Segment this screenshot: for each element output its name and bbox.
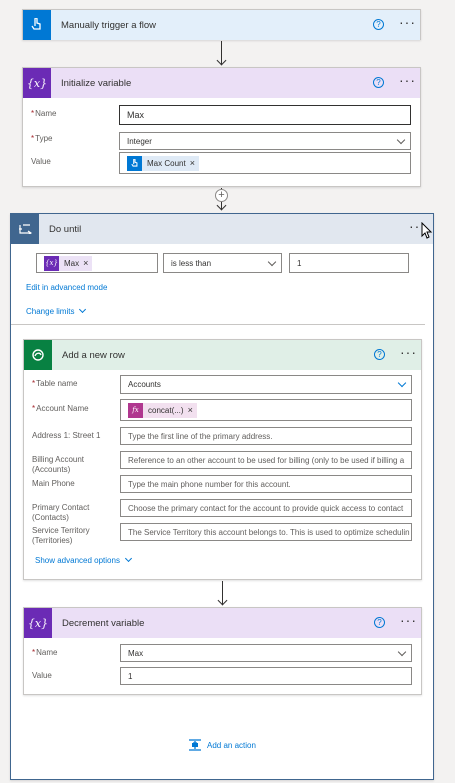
more-options-icon[interactable]: ··· [399, 15, 416, 29]
value-input[interactable]: 1 [120, 667, 412, 685]
do-until-title: Do until [49, 223, 82, 235]
trigger-card[interactable]: Manually trigger a flow ? ··· [22, 9, 421, 40]
more-options-icon[interactable]: ··· [399, 73, 416, 87]
service-territory-label: Service Territory (Territories) [32, 526, 90, 545]
type-label: *Type [31, 134, 53, 143]
initialize-variable-card[interactable]: {x} Initialize variable ? ··· *Name Max … [22, 67, 421, 187]
account-name-label: *Account Name [32, 404, 89, 413]
help-icon[interactable]: ? [373, 77, 384, 88]
decrement-variable-card[interactable]: {x} Decrement variable ? ··· *Name Max V… [23, 607, 422, 695]
chevron-down-icon [79, 305, 87, 314]
remove-token-icon[interactable]: × [188, 405, 193, 415]
type-select[interactable]: Integer [119, 132, 411, 150]
more-options-icon[interactable]: ··· [400, 613, 417, 627]
concat-expression-token[interactable]: fx concat(...) × [128, 402, 197, 418]
value-label: Value [31, 157, 51, 166]
add-action-button[interactable]: Add an action [188, 739, 256, 751]
primary-contact-label: Primary Contact (Contacts) [32, 503, 90, 522]
divider [11, 324, 425, 325]
chevron-down-icon [397, 647, 407, 657]
help-icon[interactable]: ? [374, 349, 385, 360]
decrement-variable-title: Decrement variable [62, 617, 145, 629]
condition-left-input[interactable]: {x} Max × [36, 253, 158, 273]
loop-icon [11, 214, 39, 244]
value-label: Value [32, 671, 52, 680]
primary-contact-input[interactable]: Choose the primary contact for the accou… [120, 499, 412, 517]
show-advanced-options-link[interactable]: Show advanced options [35, 554, 132, 565]
remove-token-icon[interactable]: × [190, 158, 195, 168]
operator-select[interactable]: is less than [163, 253, 282, 273]
add-action-icon [189, 739, 201, 751]
mouse-cursor-icon [421, 222, 433, 239]
main-phone-input[interactable]: Type the main phone number for this acco… [120, 475, 412, 493]
chevron-down-icon [396, 135, 406, 145]
max-count-token[interactable]: Max Count × [127, 155, 199, 171]
name-input[interactable]: Max [119, 105, 411, 125]
do-until-card[interactable]: Do until ·· {x} Max × is less than 1 Edi… [10, 213, 434, 780]
help-icon[interactable]: ? [374, 617, 385, 628]
max-variable-token[interactable]: {x} Max × [44, 255, 93, 271]
trigger-title: Manually trigger a flow [61, 19, 157, 31]
edit-advanced-mode-link[interactable]: Edit in advanced mode [26, 283, 107, 292]
address-street-label: Address 1: Street 1 [32, 431, 101, 440]
variable-icon: {x} [23, 68, 51, 98]
variable-icon: {x} [24, 608, 52, 638]
remove-token-icon[interactable]: × [83, 258, 88, 268]
chevron-down-icon [397, 378, 407, 388]
billing-account-input[interactable]: Reference to an other account to be used… [120, 451, 412, 469]
table-name-select[interactable]: Accounts [120, 375, 412, 394]
account-name-input[interactable]: fx concat(...) × [120, 399, 412, 421]
add-new-row-title: Add a new row [62, 349, 125, 361]
add-new-row-card[interactable]: Add a new row ? ··· *Table name Accounts… [23, 339, 422, 580]
name-label: *Name [32, 648, 58, 657]
change-limits-link[interactable]: Change limits [26, 305, 87, 316]
billing-account-label: Billing Account (Accounts) [32, 455, 85, 474]
variable-icon: {x} [44, 255, 59, 271]
chevron-down-icon [267, 257, 277, 267]
more-options-icon[interactable]: ··· [400, 345, 417, 359]
main-phone-label: Main Phone [32, 479, 75, 488]
name-label: *Name [31, 109, 57, 118]
address-street-input[interactable]: Type the first line of the primary addre… [120, 427, 412, 445]
hand-touch-icon [23, 10, 51, 40]
more-options-icon[interactable]: ·· [409, 219, 420, 233]
help-icon[interactable]: ? [373, 19, 384, 30]
value-input[interactable]: Max Count × [119, 152, 411, 174]
service-territory-input[interactable]: The Service Territory this account belon… [120, 523, 412, 541]
condition-right-input[interactable]: 1 [289, 253, 409, 273]
dataverse-icon [24, 340, 52, 370]
initialize-variable-title: Initialize variable [61, 77, 132, 89]
variable-name-select[interactable]: Max [120, 644, 412, 662]
table-name-label: *Table name [32, 379, 78, 388]
hand-touch-icon [127, 155, 142, 171]
function-icon: fx [128, 402, 143, 418]
chevron-down-icon [124, 554, 132, 563]
